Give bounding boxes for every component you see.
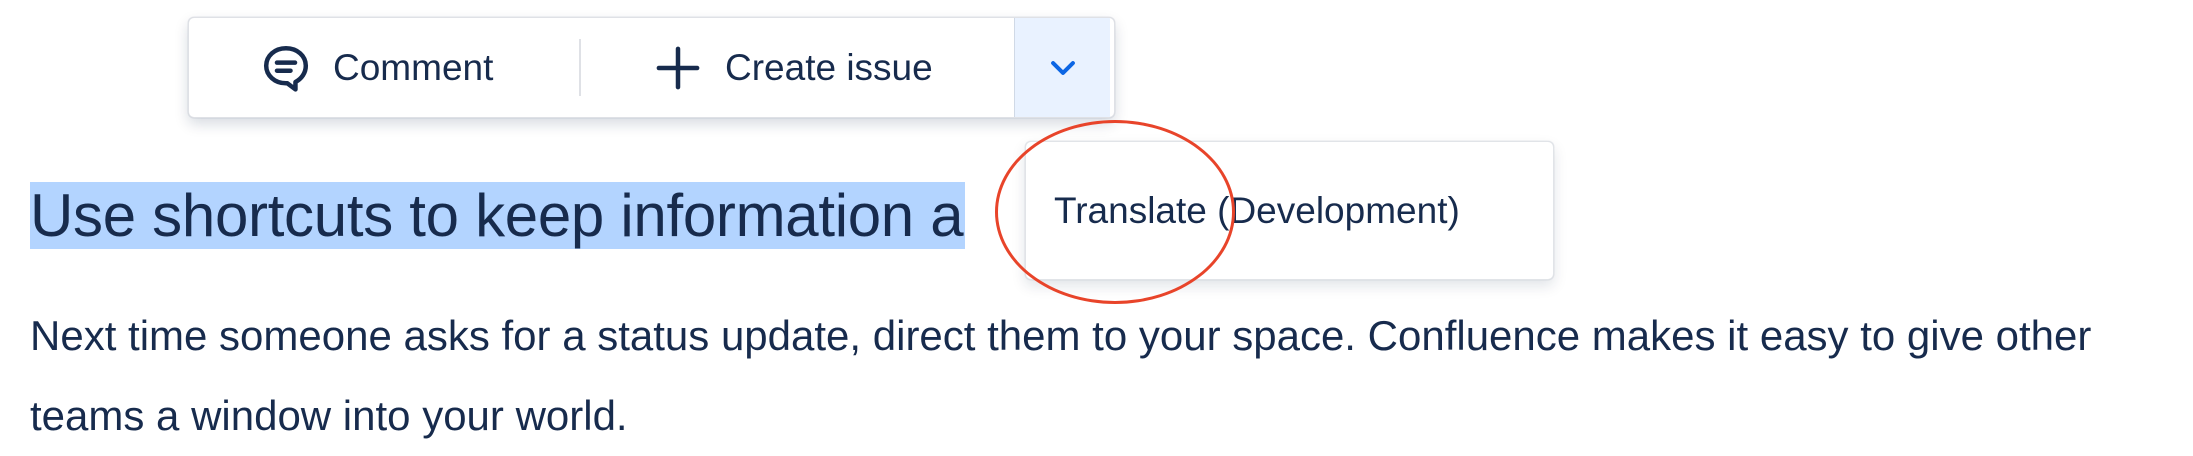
comment-button[interactable]: Comment: [189, 18, 579, 117]
chevron-down-icon: [1050, 60, 1075, 75]
create-issue-button[interactable]: Create issue: [581, 18, 1014, 117]
inline-selection-toolbar: Comment Create issue: [188, 17, 1115, 118]
selected-heading-text: Use shortcuts to keep information a: [30, 182, 966, 249]
comment-label: Comment: [333, 46, 494, 88]
comment-icon: [263, 45, 309, 92]
more-actions-dropdown: Translate (Development): [1025, 141, 1554, 280]
dropdown-item-translate[interactable]: Translate (Development): [1026, 190, 1460, 232]
body-paragraph: Next time someone asks for a status upda…: [30, 312, 2092, 439]
create-issue-label: Create issue: [725, 46, 933, 88]
page-heading: Use shortcuts to keep information a: [30, 176, 966, 256]
plus-icon: [656, 46, 700, 89]
more-actions-button[interactable]: [1014, 18, 1110, 117]
